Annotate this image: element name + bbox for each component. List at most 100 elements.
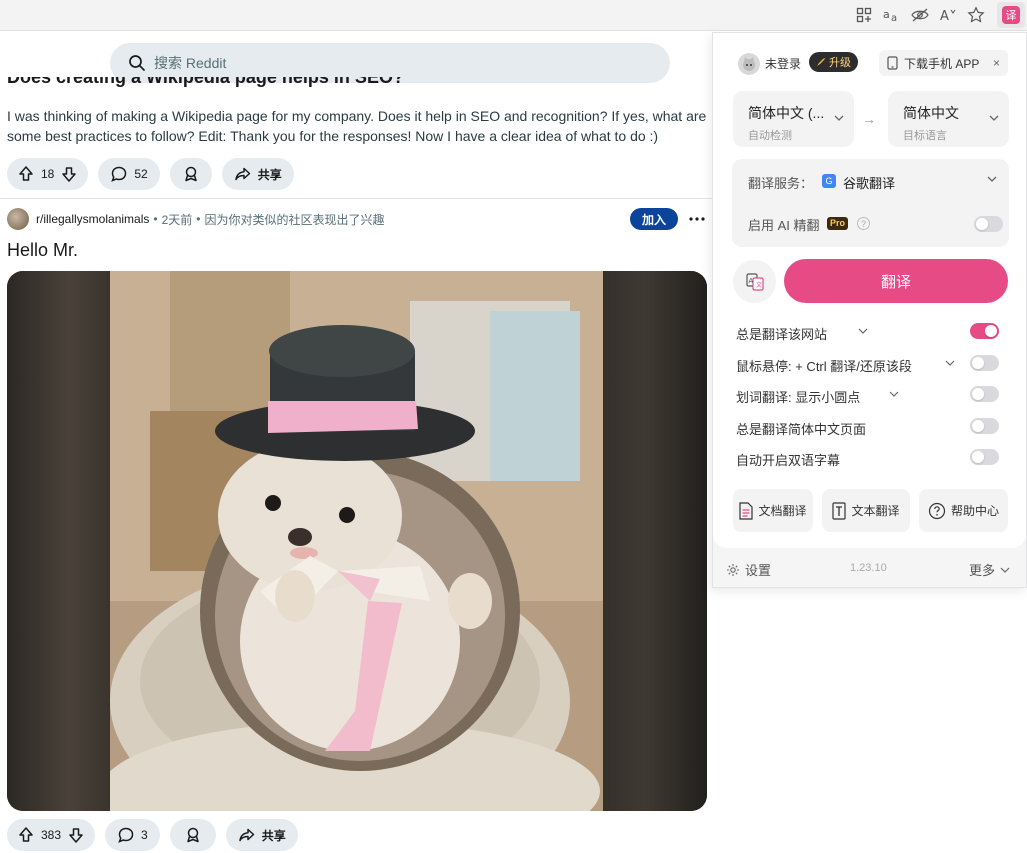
upvote-icon[interactable] <box>17 165 35 183</box>
target-language-hint: 目标语言 <box>903 130 947 142</box>
comment-count: 3 <box>141 828 148 842</box>
close-icon[interactable]: × <box>993 56 1000 70</box>
comments-button[interactable]: 3 <box>105 819 160 851</box>
more-menu-button[interactable]: 更多 <box>969 560 1010 579</box>
service-select[interactable]: 谷歌翻译 <box>843 173 895 192</box>
more-icon <box>689 217 705 221</box>
chevron-down-icon <box>989 115 999 121</box>
translate-extension-icon[interactable]: 译 <box>997 2 1025 28</box>
post-title[interactable]: Hello Mr. <box>7 240 78 261</box>
selection-translate-toggle[interactable] <box>970 386 999 402</box>
document-translate-button[interactable]: 文档翻译 <box>733 489 813 532</box>
svg-text:文: 文 <box>756 281 762 289</box>
read-aloud-icon[interactable]: aa <box>880 4 904 26</box>
downvote-icon[interactable] <box>60 165 78 183</box>
comments-button[interactable]: 52 <box>98 158 160 190</box>
award-button[interactable] <box>169 158 212 190</box>
tracking-prevention-icon[interactable] <box>908 4 932 26</box>
award-icon <box>184 166 197 182</box>
user-avatar[interactable] <box>738 53 760 75</box>
translator-popup: 未登录 升级 下载手机 APP × 简体中文 (... 自动检测 → 简体中文 … <box>712 32 1027 588</box>
hedgehog-illustration <box>110 271 603 811</box>
hedgehog-photo <box>110 271 603 811</box>
recommend-reason: 因为你对类似的社区表现出了兴趣 <box>204 212 385 227</box>
option-label: 自动开启双语字幕 <box>736 453 841 468</box>
ai-refine-label: 启用 AI 精翻 <box>748 218 820 233</box>
cat-avatar-icon <box>743 57 755 71</box>
download-app-button[interactable]: 下载手机 APP × <box>879 50 1008 76</box>
phone-icon <box>887 56 898 70</box>
chevron-down-icon[interactable] <box>858 326 868 336</box>
login-status[interactable]: 未登录 <box>765 55 801 72</box>
meta-separator: • <box>196 212 201 226</box>
award-button[interactable] <box>169 819 216 851</box>
upvote-count: 18 <box>41 167 55 181</box>
chevron-down-icon[interactable] <box>987 174 997 184</box>
help-icon[interactable]: ? <box>857 217 870 230</box>
hover-translate-toggle[interactable] <box>970 355 999 371</box>
gear-icon <box>727 563 739 576</box>
source-language-select[interactable]: 简体中文 (... 自动检测 <box>733 91 854 147</box>
share-label: 共享 <box>261 828 286 843</box>
text-translate-button[interactable]: 文本翻译 <box>822 489 910 532</box>
prev-post-body: I was thinking of making a Wikipedia pag… <box>7 108 707 144</box>
option-label: 总是翻译该网站 <box>736 327 828 342</box>
chevron-down-icon <box>1000 567 1010 573</box>
image-blur-left <box>7 271 110 811</box>
post-divider <box>0 198 712 199</box>
post-meta: r/illegallysmolanimals • 2天前 • 因为你对类似的社区… <box>7 207 712 231</box>
share-icon <box>234 167 250 181</box>
comment-count: 52 <box>134 167 148 181</box>
source-language-hint: 自动检测 <box>748 130 792 142</box>
always-translate-site-toggle[interactable] <box>970 323 999 339</box>
svg-text:a: a <box>883 8 890 21</box>
search-icon <box>129 55 145 71</box>
post-image[interactable] <box>7 271 707 811</box>
upvote-count: 383 <box>41 828 62 842</box>
upgrade-label: 升级 <box>829 57 851 69</box>
popup-footer: 设置 1.23.10 更多 <box>713 548 1026 588</box>
search-input[interactable] <box>154 55 634 71</box>
bilingual-subtitles-toggle[interactable] <box>970 449 999 465</box>
pro-badge: Pro <box>827 217 849 230</box>
subreddit-link[interactable]: r/illegallysmolanimals <box>36 212 149 226</box>
swap-language-icon[interactable]: → <box>862 111 876 127</box>
favorite-star-icon[interactable] <box>964 4 988 26</box>
text-size-icon[interactable]: A <box>936 4 960 26</box>
chevron-down-icon <box>834 115 844 121</box>
svg-text:a: a <box>891 13 897 23</box>
google-translate-icon: G <box>822 174 836 188</box>
ai-refine-toggle[interactable] <box>974 216 1003 232</box>
join-button[interactable]: 加入 <box>630 208 678 230</box>
settings-button[interactable]: 设置 <box>726 560 771 579</box>
translate-button[interactable]: 翻译 <box>784 259 1008 303</box>
share-button[interactable]: 共享 <box>221 158 294 190</box>
prev-post-title-clipped[interactable]: Does creating a Wikipedia page helps in … <box>7 77 707 90</box>
document-translate-label: 文档翻译 <box>758 504 807 518</box>
prev-post-title[interactable]: Does creating a Wikipedia page helps in … <box>7 77 404 88</box>
option-hover-translate: 鼠标悬停: + Ctrl 翻译/还原该段 <box>736 355 1011 375</box>
upgrade-button[interactable]: 升级 <box>809 52 858 72</box>
translation-service-panel: 翻译服务： G 谷歌翻译 启用 AI 精翻 Pro ? <box>732 159 1009 247</box>
translate-chinese-pages-toggle[interactable] <box>970 418 999 434</box>
downvote-icon[interactable] <box>67 826 85 844</box>
more-options-button[interactable] <box>689 209 705 227</box>
comment-icon <box>118 827 134 843</box>
download-app-label: 下载手机 APP <box>904 56 980 71</box>
compare-mode-button[interactable]: A文 <box>733 260 776 303</box>
apps-icon[interactable] <box>852 4 876 26</box>
help-center-button[interactable]: 帮助中心 <box>919 489 1008 532</box>
vote-control: 383 <box>7 819 96 851</box>
share-button[interactable]: 共享 <box>225 819 298 851</box>
chevron-down-icon[interactable] <box>945 358 955 368</box>
share-label: 共享 <box>257 167 282 182</box>
browser-toolbar: aa A 译 <box>0 0 1027 31</box>
upvote-icon[interactable] <box>17 826 35 844</box>
help-center-label: 帮助中心 <box>950 504 999 518</box>
option-bilingual-subtitles: 自动开启双语字幕 <box>736 449 1011 469</box>
service-label: 翻译服务： <box>748 176 814 191</box>
prev-post-actions: 18 52 共享 <box>7 158 294 190</box>
chevron-down-icon[interactable] <box>889 389 899 399</box>
subreddit-avatar[interactable] <box>7 208 29 230</box>
target-language-select[interactable]: 简体中文 目标语言 <box>888 91 1009 147</box>
